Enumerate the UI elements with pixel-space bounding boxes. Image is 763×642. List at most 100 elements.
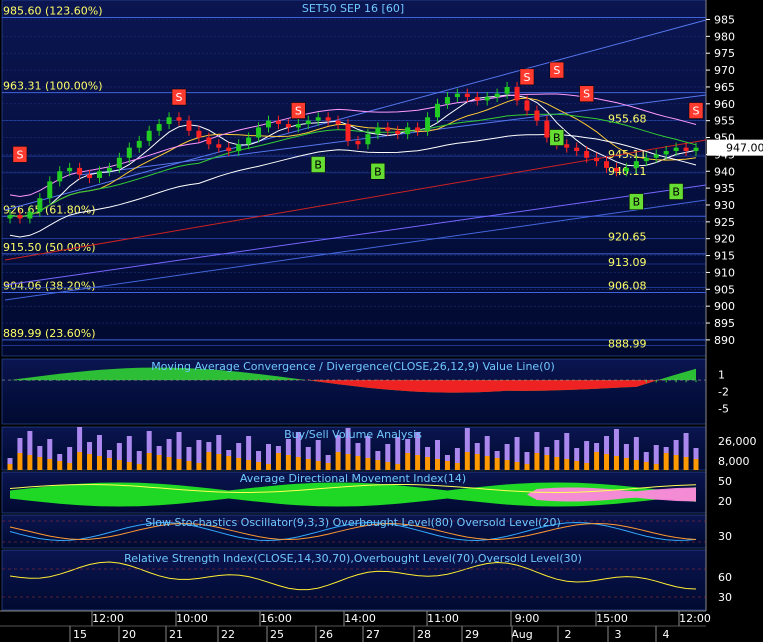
candle-body — [156, 124, 162, 131]
candle-body — [444, 97, 450, 104]
volume-buy-bar-28 — [285, 455, 291, 470]
volume-buy-bar-0 — [7, 464, 13, 470]
candle-body — [693, 147, 699, 152]
volume-buy-bar-27 — [275, 453, 281, 470]
candle-body — [246, 137, 252, 145]
volume-buy-bar-54 — [544, 455, 550, 470]
volume-sell-bar-68 — [683, 433, 689, 457]
volume-tick-label-0: 26,000 — [718, 435, 757, 448]
candle-body — [87, 174, 93, 178]
signal-letter: S — [553, 64, 560, 77]
volume-buy-bar-41 — [415, 455, 421, 470]
buy-signal-10: B — [668, 183, 684, 200]
volume-buy-bar-7 — [77, 452, 83, 470]
volume-sell-bar-55 — [554, 440, 560, 457]
x-date-label-5: 26 — [319, 628, 333, 641]
volume-sell-bar-3 — [37, 446, 43, 457]
volume-buy-bar-42 — [425, 457, 431, 470]
candle-body — [464, 93, 470, 98]
x-date-label-6: 27 — [366, 628, 380, 641]
candle-body — [216, 144, 222, 148]
volume-sell-bar-10 — [106, 450, 112, 458]
macd-tick-label--5: -5 — [718, 403, 729, 416]
fib-label-4: 904.06 (38.20%) — [3, 279, 96, 292]
volume-sell-bar-44 — [444, 455, 450, 461]
price-tick-label-955: 955 — [714, 115, 735, 128]
volume-sell-bar-6 — [67, 447, 73, 463]
candle-body — [385, 127, 391, 131]
volume-buy-bar-55 — [554, 457, 560, 470]
candle-body — [415, 127, 421, 131]
volume-buy-bar-40 — [405, 453, 411, 470]
volume-buy-bar-2 — [27, 455, 33, 470]
volume-buy-bar-58 — [584, 463, 590, 470]
level-label-0: 955.68 — [608, 112, 647, 125]
candle-body — [604, 161, 610, 168]
candle-body — [425, 117, 431, 131]
volume-sell-bar-63 — [633, 437, 639, 460]
volume-buy-bar-9 — [96, 456, 102, 470]
candle-body — [226, 147, 232, 152]
volume-sell-bar-49 — [494, 451, 500, 458]
price-tick-label-930: 930 — [714, 199, 735, 212]
volume-buy-bar-69 — [693, 459, 699, 470]
candle-body — [166, 117, 172, 125]
price-tick-label-965: 965 — [714, 81, 735, 94]
price-tick-label-900: 900 — [714, 300, 735, 313]
buy-signal-7: B — [549, 129, 565, 146]
volume-buy-bar-60 — [604, 454, 610, 470]
volume-sell-bar-38 — [385, 444, 391, 462]
candle-body — [27, 211, 33, 219]
volume-sell-bar-64 — [643, 452, 649, 462]
volume-sell-bar-11 — [116, 443, 122, 460]
price-tick-label-890: 890 — [714, 334, 735, 347]
volume-sell-bar-20 — [206, 442, 212, 452]
candle-body — [116, 157, 122, 168]
volume-buy-bar-18 — [186, 461, 192, 470]
volume-buy-bar-23 — [236, 458, 242, 470]
volume-buy-bar-36 — [365, 458, 371, 470]
volume-sell-bar-52 — [524, 452, 530, 464]
x-date-label-4: 25 — [270, 628, 284, 641]
buy-signal-4: B — [370, 163, 386, 180]
volume-buy-bar-30 — [305, 459, 311, 470]
volume-buy-bar-43 — [435, 459, 441, 470]
candle-body — [623, 167, 629, 172]
candle-body — [504, 86, 510, 94]
candle-body — [405, 127, 411, 135]
volume-sell-bar-19 — [196, 440, 202, 463]
sell-signal-2: S — [291, 102, 306, 119]
volume-sell-bar-37 — [375, 451, 381, 460]
candle-body — [355, 140, 361, 145]
volume-buy-bar-11 — [116, 460, 122, 470]
adx-tick-label-1: 20 — [718, 495, 732, 508]
sell-signal-1: S — [171, 88, 187, 106]
signal-letter: S — [295, 105, 302, 118]
candle-body — [484, 97, 490, 101]
volume-sell-bar-5 — [57, 454, 63, 461]
buy-signal-3: B — [310, 156, 326, 173]
signal-letter: B — [314, 159, 322, 172]
volume-buy-bar-35 — [355, 456, 361, 470]
volume-sell-bar-53 — [534, 432, 540, 453]
volume-buy-bar-39 — [395, 464, 401, 470]
volume-sell-bar-14 — [146, 431, 152, 453]
volume-buy-bar-25 — [256, 462, 262, 470]
candle-body — [236, 144, 242, 152]
volume-sell-bar-47 — [474, 443, 480, 454]
rsi-tick-label-1: 30 — [718, 591, 732, 604]
signal-letter: S — [583, 88, 590, 101]
volume-buy-bar-51 — [514, 462, 520, 470]
fib-label-0: 985.60 (123.60%) — [3, 4, 103, 17]
price-tick-label-920: 920 — [714, 233, 735, 246]
rsi-tick-label-0: 60 — [718, 571, 732, 584]
stochastic-tick-label-0: 30 — [718, 530, 732, 543]
volume-sell-bar-45 — [454, 448, 460, 463]
trading-chart[interactable]: 8908959009059109159209259309359409459509… — [0, 0, 763, 642]
signal-letter: B — [374, 165, 382, 178]
volume-sell-bar-1 — [17, 438, 23, 453]
buy-signal-9: B — [629, 193, 644, 210]
volume-sell-bar-69 — [693, 448, 699, 459]
candle-body — [315, 117, 321, 121]
price-tick-label-940: 940 — [714, 165, 735, 178]
